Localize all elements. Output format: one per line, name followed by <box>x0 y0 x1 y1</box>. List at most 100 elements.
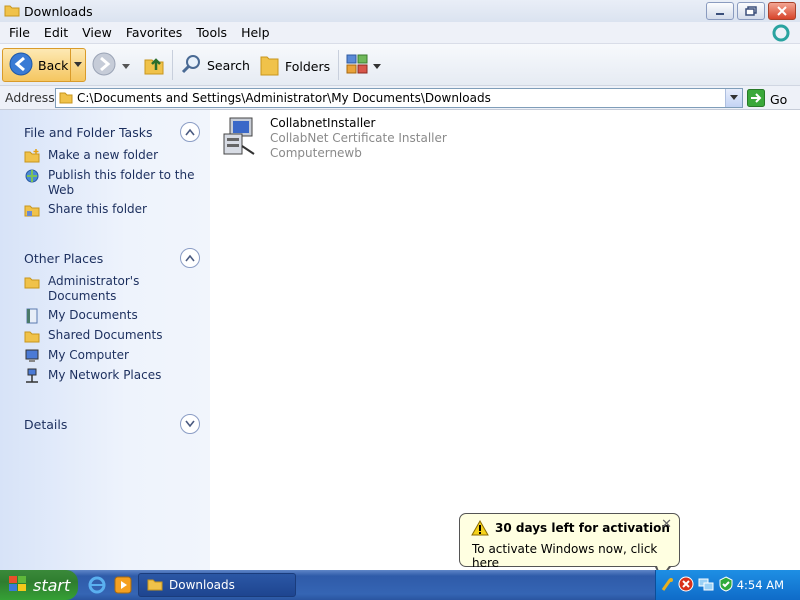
back-button[interactable]: Back <box>2 48 86 82</box>
address-label: Address <box>5 90 55 105</box>
chevron-up-icon <box>185 128 195 136</box>
search-label: Search <box>207 58 250 73</box>
toolbar-separator <box>338 50 339 80</box>
installer-icon <box>220 116 260 161</box>
chevron-down-icon <box>730 95 738 100</box>
file-name: CollabnetInstaller <box>270 116 376 130</box>
windows-flag-icon <box>8 575 28 596</box>
internet-explorer-icon[interactable] <box>88 576 106 597</box>
link-label: Shared Documents <box>48 328 163 342</box>
section-title: File and Folder Tasks <box>24 124 153 140</box>
folder-icon <box>24 274 42 290</box>
link-label: Administrator's Documents <box>48 274 140 303</box>
link-label: My Computer <box>48 348 129 362</box>
file-list: CollabnetInstaller CollabNet Certificate… <box>210 110 800 570</box>
close-button[interactable] <box>768 2 796 20</box>
link-label: My Network Places <box>48 368 162 382</box>
other-places-section: Other Places Administrator's Documents M… <box>24 246 200 384</box>
folder-icon <box>24 328 42 344</box>
file-folder-tasks-section: File and Folder Tasks Make a new folder … <box>24 120 200 218</box>
up-folder-icon <box>144 58 164 75</box>
chevron-up-icon <box>185 254 195 262</box>
menu-view[interactable]: View <box>75 25 119 40</box>
file-company: Computernewb <box>270 146 362 160</box>
publish-web-icon <box>24 168 42 184</box>
network-connection-icon[interactable] <box>698 576 714 595</box>
administrators-documents-link[interactable]: Administrator's Documents <box>24 274 200 304</box>
my-documents-link[interactable]: My Documents <box>24 308 200 324</box>
file-item[interactable]: CollabnetInstaller CollabNet Certificate… <box>220 116 447 161</box>
views-button[interactable] <box>346 53 381 78</box>
menu-help[interactable]: Help <box>234 25 277 40</box>
up-folder-button[interactable] <box>143 54 165 79</box>
link-label: Make a new folder <box>48 148 159 162</box>
search-icon <box>180 53 202 78</box>
warning-icon <box>471 519 489 539</box>
folder-icon <box>147 576 163 595</box>
forward-button[interactable] <box>92 52 130 79</box>
file-description: CollabNet Certificate Installer <box>270 131 447 145</box>
details-section: Details <box>24 412 200 436</box>
my-computer-link[interactable]: My Computer <box>24 348 200 364</box>
link-label: Publish this folder to the Web <box>48 168 195 197</box>
minimize-icon <box>716 13 724 15</box>
forward-arrow-icon <box>92 52 116 79</box>
security-shield-icon[interactable] <box>718 575 734 595</box>
quick-launch <box>88 576 132 597</box>
my-network-places-link[interactable]: My Network Places <box>24 368 200 384</box>
address-bar: Address C:\Documents and Settings\Admini… <box>0 86 800 110</box>
link-label: My Documents <box>48 308 138 322</box>
menu-edit[interactable]: Edit <box>37 25 75 40</box>
title-bar: Downloads <box>0 0 800 22</box>
taskbar-window-label: Downloads <box>169 578 235 592</box>
section-title: Details <box>24 416 68 432</box>
media-player-icon[interactable] <box>114 576 132 597</box>
windows-logo-icon <box>768 22 794 44</box>
collapse-button[interactable] <box>180 122 200 142</box>
menu-favorites[interactable]: Favorites <box>119 25 189 40</box>
make-new-folder-link[interactable]: Make a new folder <box>24 148 200 164</box>
restore-icon <box>745 6 757 16</box>
share-folder-icon <box>24 202 42 218</box>
menu-tools[interactable]: Tools <box>189 25 234 40</box>
shared-documents-link[interactable]: Shared Documents <box>24 328 200 344</box>
menu-file[interactable]: File <box>0 25 37 40</box>
address-input[interactable]: C:\Documents and Settings\Administrator\… <box>55 88 743 108</box>
publish-folder-web-link[interactable]: Publish this folder to the Web <box>24 168 200 198</box>
window-title: Downloads <box>24 3 93 19</box>
go-arrow-icon <box>747 89 765 110</box>
folders-label: Folders <box>285 59 331 74</box>
folders-button[interactable]: Folders <box>258 53 330 80</box>
balloon-text[interactable]: To activate Windows now, click here <box>472 542 679 570</box>
go-label: Go <box>770 92 788 107</box>
folder-icon <box>4 2 20 21</box>
activation-key-icon[interactable] <box>660 576 674 595</box>
my-documents-icon <box>24 308 42 324</box>
share-folder-link[interactable]: Share this folder <box>24 202 200 218</box>
minimize-button[interactable] <box>706 2 734 20</box>
clock[interactable]: 4:54 AM <box>737 578 784 592</box>
new-folder-icon <box>24 148 42 164</box>
toolbar-separator <box>172 50 173 80</box>
expand-button[interactable] <box>180 414 200 434</box>
views-dropdown-icon <box>373 59 381 73</box>
balloon-title: 30 days left for activation <box>495 521 670 535</box>
forward-dropdown-icon[interactable] <box>122 59 130 73</box>
views-icon <box>346 53 370 78</box>
back-dropdown-icon[interactable] <box>70 49 85 81</box>
maximize-button[interactable] <box>737 2 765 20</box>
close-icon[interactable]: ✕ <box>661 517 672 532</box>
activation-balloon[interactable]: 30 days left for activation ✕ To activat… <box>459 513 680 579</box>
back-label: Back <box>38 57 69 73</box>
security-alert-icon[interactable] <box>678 576 694 595</box>
taskbar: start Downloads 4:54 AM <box>0 570 800 600</box>
back-arrow-icon <box>9 52 33 79</box>
start-button[interactable]: start <box>0 570 78 600</box>
go-button[interactable]: Go <box>747 89 787 110</box>
taskbar-window-downloads[interactable]: Downloads <box>138 573 296 597</box>
collapse-button[interactable] <box>180 248 200 268</box>
search-button[interactable]: Search <box>180 53 250 78</box>
toolbar: Back Search Folders <box>0 44 800 86</box>
close-icon <box>777 6 787 16</box>
address-dropdown-button[interactable] <box>725 89 742 107</box>
